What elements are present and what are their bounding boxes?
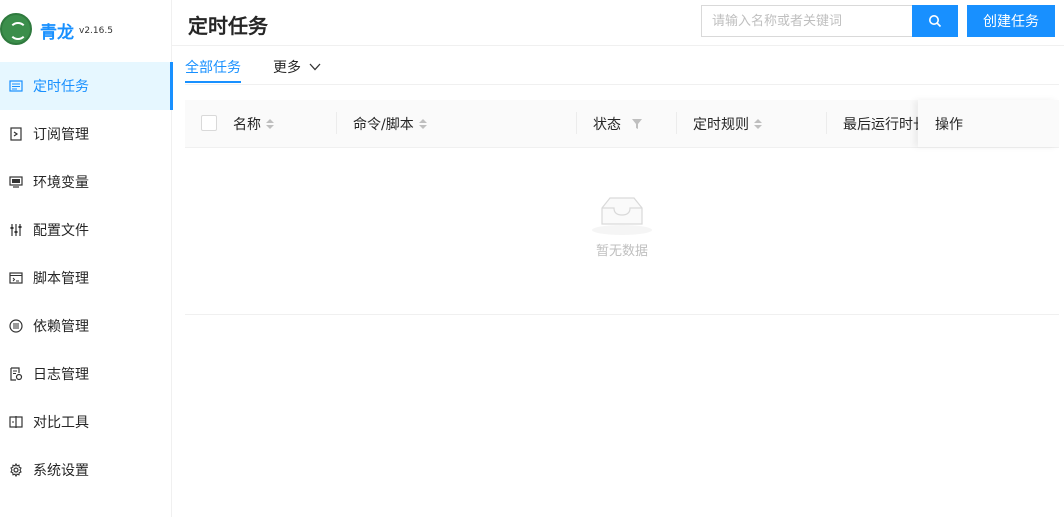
- page-header: 定时任务 创建任务: [172, 0, 1064, 46]
- empty-state: 暂无数据: [185, 194, 1059, 259]
- column-header-last-run[interactable]: 最后运行时长: [843, 100, 918, 147]
- column-header-command[interactable]: 命令/脚本: [353, 100, 427, 147]
- log-file-icon: [8, 366, 24, 382]
- sidebar-item-label: 日志管理: [33, 367, 89, 383]
- sort-icon: [418, 118, 427, 129]
- monitor-icon: [8, 174, 24, 190]
- filter-icon[interactable]: [631, 118, 643, 130]
- sidebar-item-cron[interactable]: 定时任务: [0, 62, 173, 110]
- tab-ink-bar: [185, 81, 241, 83]
- sliders-icon: [8, 222, 24, 238]
- sidebar-item-label: 配置文件: [33, 223, 89, 239]
- column-header-status[interactable]: 状态: [593, 100, 643, 147]
- gear-icon: [8, 462, 24, 478]
- actions-column-header: 操作: [918, 100, 1059, 147]
- app-version: v2.16.5: [79, 26, 113, 36]
- logo[interactable]: 青龙 v2.16.5: [0, 0, 172, 62]
- search-input[interactable]: [702, 6, 922, 36]
- sidebar-item-label: 定时任务: [33, 79, 89, 95]
- sidebar-item-dependencies[interactable]: 依赖管理: [0, 302, 172, 350]
- select-all-checkbox[interactable]: [201, 115, 217, 131]
- sidebar-item-scripts[interactable]: 脚本管理: [0, 254, 172, 302]
- sidebar: 青龙 v2.16.5 定时任务 订阅管理 环境变量 配置文件 脚本管理 依赖管理…: [0, 0, 173, 517]
- sidebar-item-settings[interactable]: 系统设置: [0, 446, 172, 494]
- app-name: 青龙: [40, 23, 74, 43]
- sidebar-item-label: 订阅管理: [33, 127, 89, 143]
- sort-icon: [266, 118, 274, 129]
- sidebar-item-logs[interactable]: 日志管理: [0, 350, 172, 398]
- task-tabs: 全部任务 更多: [185, 46, 1059, 85]
- sidebar-item-label: 脚本管理: [33, 271, 89, 287]
- column-schedule-label: 定时规则: [693, 116, 749, 133]
- sort-icon: [754, 118, 762, 129]
- diff-icon: [8, 414, 24, 430]
- sidebar-item-label: 环境变量: [33, 175, 89, 191]
- sidebar-item-label: 依赖管理: [33, 319, 89, 335]
- sidebar-item-diff[interactable]: 对比工具: [0, 398, 172, 446]
- search-icon: [929, 15, 942, 28]
- page-title: 定时任务: [188, 14, 268, 38]
- column-name-label: 名称: [233, 116, 261, 133]
- tab-all-tasks[interactable]: 全部任务: [185, 57, 241, 77]
- tab-more[interactable]: 更多: [273, 57, 321, 77]
- tasks-table: 名称 命令/脚本 状态 定时规则 最后运行时长 操作: [185, 100, 1059, 315]
- tab-more-label: 更多: [273, 60, 301, 76]
- column-status-label: 状态: [593, 116, 621, 133]
- table-body: 暂无数据: [185, 148, 1059, 315]
- code-file-icon: [8, 270, 24, 286]
- list-circle-icon: [8, 318, 24, 334]
- create-task-button[interactable]: 创建任务: [967, 5, 1055, 37]
- column-divider: [826, 112, 827, 134]
- sidebar-item-label: 系统设置: [33, 463, 89, 479]
- main-content: 定时任务 创建任务 全部任务 更多 名称 命令/脚本: [172, 0, 1064, 517]
- column-last-run-label: 最后运行时长: [843, 116, 918, 133]
- sidebar-item-subscription[interactable]: 订阅管理: [0, 110, 172, 158]
- search-box: [701, 5, 922, 37]
- search-button[interactable]: [912, 5, 958, 37]
- column-header-name[interactable]: 名称: [233, 100, 274, 147]
- column-divider: [576, 112, 577, 134]
- subscription-icon: [8, 126, 24, 142]
- column-divider: [676, 112, 677, 134]
- column-command-label: 命令/脚本: [353, 116, 414, 133]
- sidebar-menu: 定时任务 订阅管理 环境变量 配置文件 脚本管理 依赖管理 日志管理 对比工具 …: [0, 62, 173, 494]
- column-header-schedule[interactable]: 定时规则: [693, 100, 762, 147]
- column-actions-label: 操作: [935, 116, 963, 133]
- table-header: 名称 命令/脚本 状态 定时规则 最后运行时长 操作: [185, 100, 1059, 148]
- sidebar-item-label: 对比工具: [33, 415, 89, 431]
- empty-text: 暂无数据: [595, 244, 648, 259]
- qinglong-logo-icon: [0, 13, 32, 45]
- chevron-down-icon: [309, 63, 321, 71]
- column-divider: [336, 112, 337, 134]
- empty-inbox-icon: [592, 197, 652, 235]
- sidebar-item-config[interactable]: 配置文件: [0, 206, 172, 254]
- calendar-list-icon: [8, 78, 24, 94]
- sidebar-item-env[interactable]: 环境变量: [0, 158, 172, 206]
